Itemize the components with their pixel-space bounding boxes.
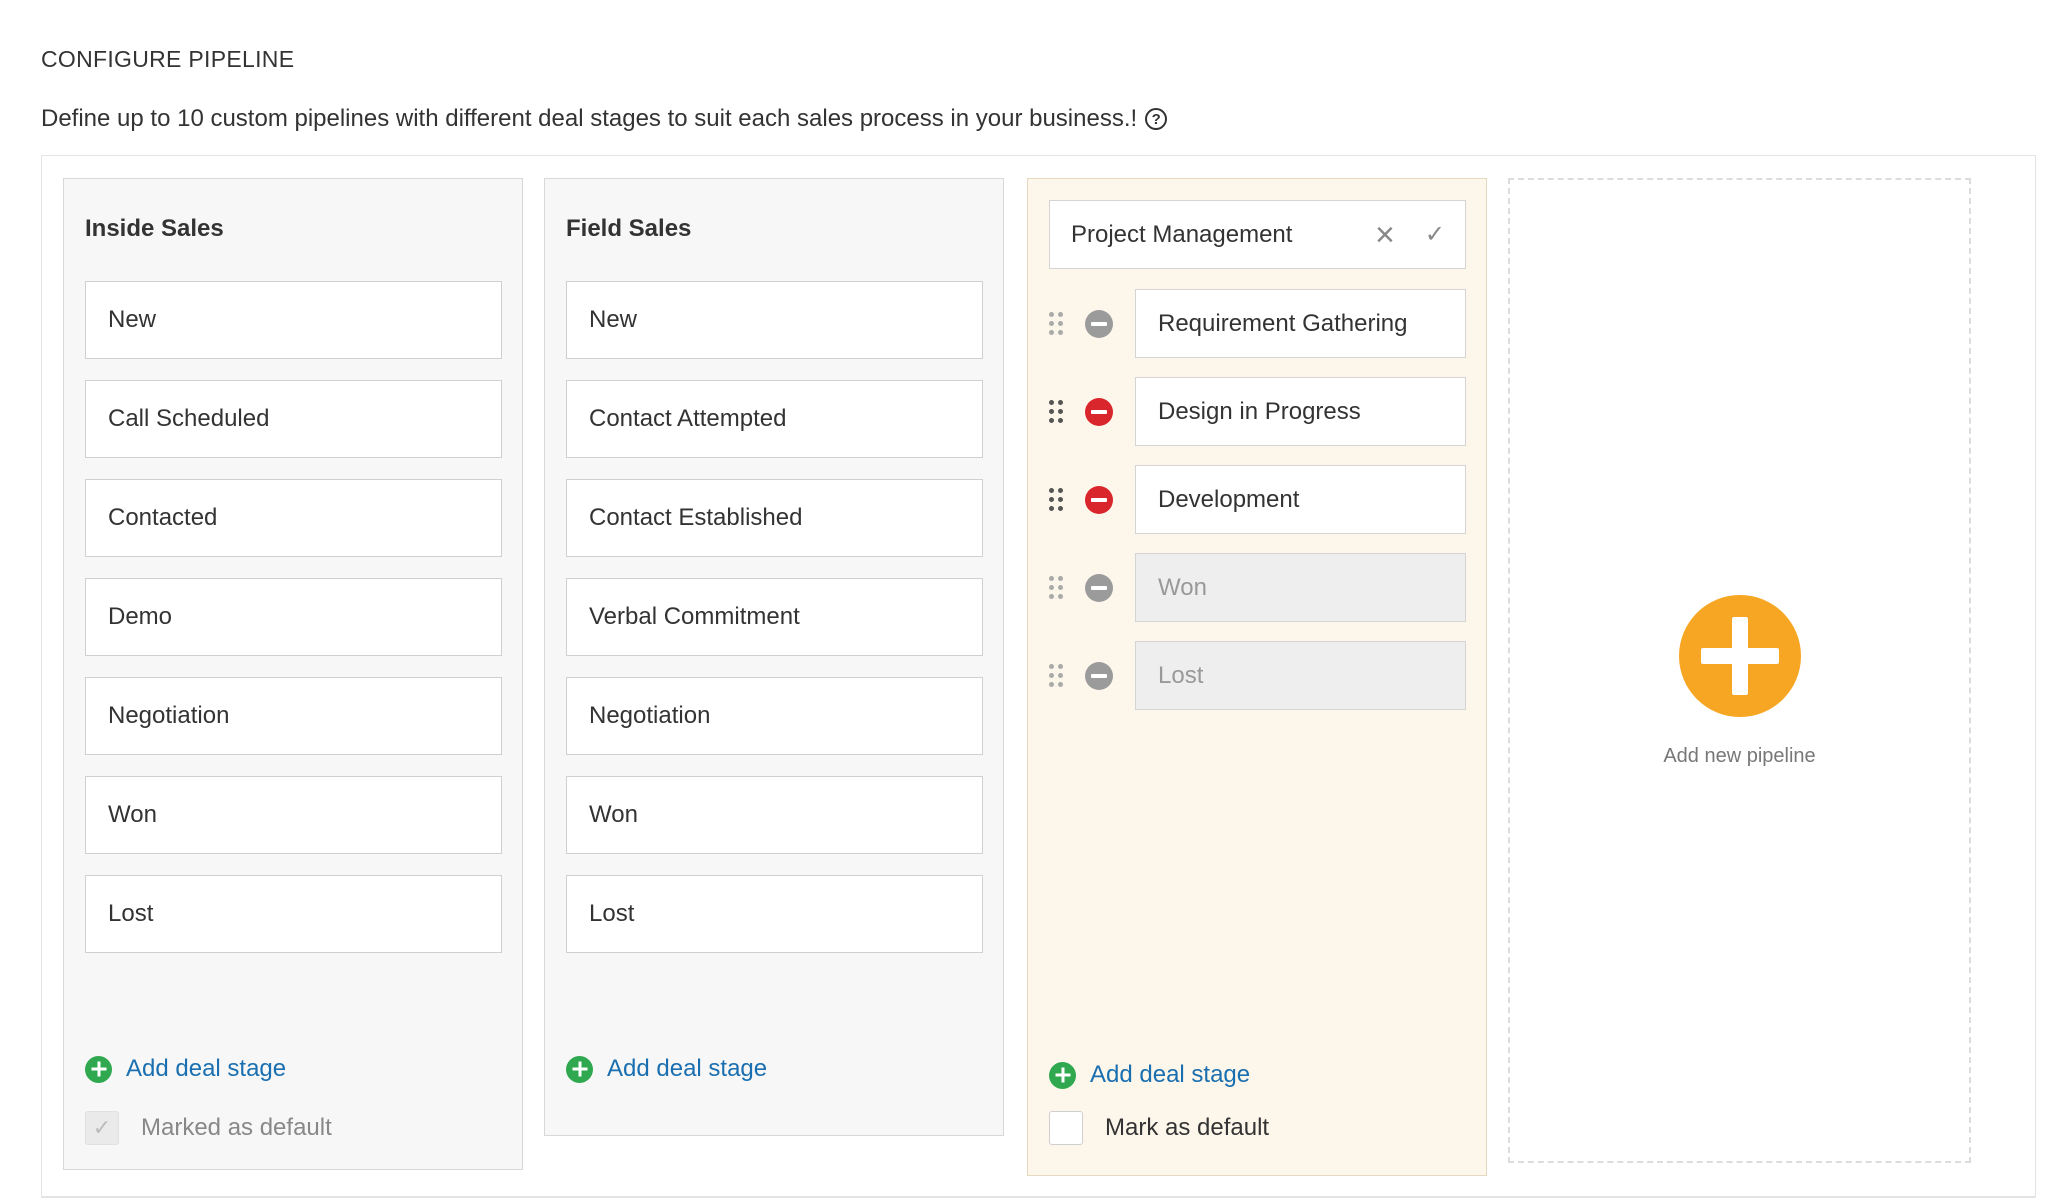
add-pipeline-label[interactable]: Add new pipeline xyxy=(1510,745,1969,768)
pipeline-field-sales[interactable]: Field Sales New Contact Attempted Contac… xyxy=(544,178,1004,1136)
stage-item[interactable]: Negotiation xyxy=(85,677,502,755)
pipeline-editing[interactable]: Project Management × ✓ Requirement Gathe… xyxy=(1027,178,1487,1176)
add-deal-stage-label: Add deal stage xyxy=(126,1055,287,1082)
add-deal-stage-label: Add deal stage xyxy=(607,1055,768,1082)
drag-handle-icon[interactable] xyxy=(1049,486,1063,514)
stage-input[interactable]: Design in Progress xyxy=(1135,377,1466,446)
stage-item[interactable]: Negotiation xyxy=(566,677,983,755)
stage-item[interactable]: Call Scheduled xyxy=(85,380,502,458)
drag-handle-icon[interactable] xyxy=(1049,398,1063,426)
stage-item[interactable]: Contacted xyxy=(85,479,502,557)
stage-item[interactable]: Contact Established xyxy=(566,479,983,557)
add-deal-stage-link[interactable]: Add deal stage xyxy=(566,1055,767,1083)
help-icon[interactable]: ? xyxy=(1145,108,1168,130)
page-description: Define up to 10 custom pipelines with di… xyxy=(41,105,1168,133)
stage-input-locked: Lost xyxy=(1135,641,1466,710)
stage-input[interactable]: Development xyxy=(1135,465,1466,534)
default-checkbox: ✓ xyxy=(85,1111,119,1145)
stage-item[interactable]: Contact Attempted xyxy=(566,380,983,458)
drag-handle-icon xyxy=(1049,574,1063,602)
description-text: Define up to 10 custom pipelines with di… xyxy=(41,105,1138,132)
remove-stage-icon xyxy=(1085,661,1113,690)
stage-input[interactable]: Requirement Gathering xyxy=(1135,289,1466,358)
drag-handle-icon xyxy=(1049,662,1063,690)
stage-item[interactable]: Verbal Commitment xyxy=(566,578,983,656)
pipeline-name-input[interactable]: Project Management × ✓ xyxy=(1049,200,1466,269)
edit-stage-row: Won xyxy=(1049,553,1466,622)
mark-default-row[interactable]: Mark as default xyxy=(1049,1111,1269,1145)
stage-item[interactable]: Won xyxy=(566,776,983,854)
remove-stage-icon[interactable] xyxy=(1085,485,1113,514)
stage-item[interactable]: Lost xyxy=(566,875,983,953)
stage-item[interactable]: Won xyxy=(85,776,502,854)
stage-input-locked: Won xyxy=(1135,553,1466,622)
pipeline-inside-sales[interactable]: Inside Sales New Call Scheduled Contacte… xyxy=(63,178,523,1170)
pipeline-name-value: Project Management xyxy=(1071,220,1293,248)
stage-item[interactable]: Demo xyxy=(85,578,502,656)
add-deal-stage-label: Add deal stage xyxy=(1090,1061,1251,1088)
drag-handle-icon[interactable] xyxy=(1049,310,1063,338)
close-icon[interactable]: × xyxy=(1375,218,1395,252)
add-deal-stage-link[interactable]: Add deal stage xyxy=(85,1055,286,1083)
stage-item[interactable]: New xyxy=(566,281,983,359)
remove-stage-icon xyxy=(1085,309,1113,338)
add-circle-icon xyxy=(85,1055,112,1083)
add-pipeline-plus-icon[interactable] xyxy=(1679,595,1801,717)
add-pipeline-area[interactable]: Add new pipeline xyxy=(1508,178,1971,1163)
remove-stage-icon[interactable] xyxy=(1085,397,1113,426)
page-heading: CONFIGURE PIPELINE xyxy=(41,46,295,72)
stage-item[interactable]: New xyxy=(85,281,502,359)
pipeline-title: Field Sales xyxy=(566,215,692,242)
mark-default-checkbox[interactable] xyxy=(1049,1111,1083,1145)
default-label: Marked as default xyxy=(141,1114,332,1141)
stage-item[interactable]: Lost xyxy=(85,875,502,953)
edit-stage-row: Design in Progress xyxy=(1049,377,1466,446)
remove-stage-icon xyxy=(1085,573,1113,602)
add-circle-icon xyxy=(1049,1061,1076,1089)
add-circle-icon xyxy=(566,1055,593,1083)
pipeline-title: Inside Sales xyxy=(85,215,224,242)
check-icon[interactable]: ✓ xyxy=(1425,222,1445,247)
mark-default-label: Mark as default xyxy=(1105,1114,1270,1141)
edit-stage-row: Lost xyxy=(1049,641,1466,710)
edit-stage-row: Development xyxy=(1049,465,1466,534)
add-deal-stage-link[interactable]: Add deal stage xyxy=(1049,1061,1250,1089)
default-marker: ✓ Marked as default xyxy=(85,1111,332,1145)
edit-stage-row: Requirement Gathering xyxy=(1049,289,1466,358)
